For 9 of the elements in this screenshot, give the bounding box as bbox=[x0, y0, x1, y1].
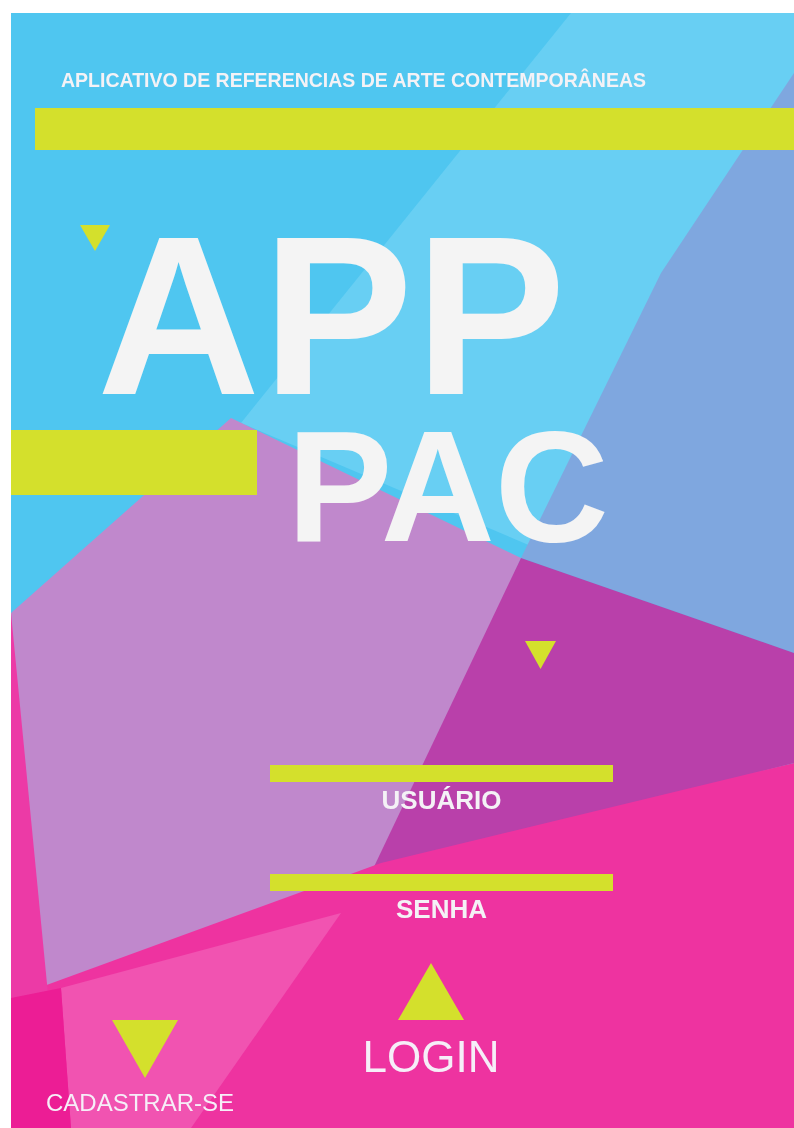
triangle-icon bbox=[525, 641, 556, 669]
login-button[interactable]: LOGIN bbox=[331, 1033, 531, 1082]
logo-text: APP bbox=[97, 203, 568, 429]
field-label: USUÁRIO bbox=[380, 785, 503, 816]
register-link[interactable]: CADASTRAR-SE bbox=[46, 1089, 235, 1117]
field-label: SENHA bbox=[395, 894, 488, 925]
triangle-icon bbox=[112, 1020, 178, 1078]
app-subtitle: APLICATIVO DE REFERENCIAS DE ARTE CONTEMPORÂNEAS bbox=[61, 69, 647, 92]
triangle-icon bbox=[398, 963, 464, 1020]
